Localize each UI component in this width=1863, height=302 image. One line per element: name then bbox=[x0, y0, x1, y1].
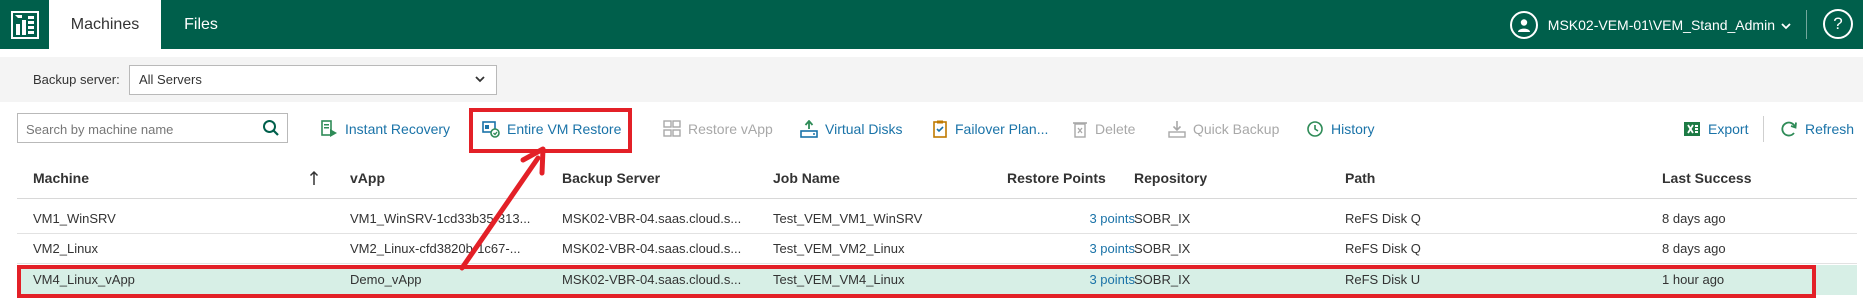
sort-ascending-icon[interactable] bbox=[309, 169, 319, 187]
history-icon bbox=[1307, 121, 1323, 137]
cell-restore-points-link[interactable]: 3 points bbox=[1017, 234, 1135, 264]
cell-machine: VM2_Linux bbox=[33, 241, 99, 256]
virtual-disks-button[interactable]: Virtual Disks bbox=[800, 118, 903, 140]
history-label: History bbox=[1331, 121, 1375, 137]
delete-label: Delete bbox=[1095, 121, 1136, 137]
selected-row-highlight bbox=[17, 265, 1816, 298]
restore-vapp-button[interactable]: Restore vApp bbox=[663, 118, 773, 140]
quick-backup-label: Quick Backup bbox=[1193, 121, 1280, 137]
chevron-down-icon bbox=[474, 66, 486, 104]
cell-vapp: VM2_Linux-cfd3820b-1c67-... bbox=[350, 241, 521, 256]
delete-icon bbox=[1073, 122, 1087, 138]
cell-last-success: 8 days ago bbox=[1662, 241, 1726, 256]
search-icon[interactable] bbox=[262, 119, 280, 140]
column-header-machine[interactable]: Machine bbox=[33, 170, 89, 186]
header-divider-line bbox=[17, 198, 1857, 199]
instant-recovery-button[interactable]: Instant Recovery bbox=[320, 118, 450, 140]
quick-backup-icon bbox=[1168, 121, 1186, 138]
backup-server-label: Backup server: bbox=[33, 72, 120, 87]
export-excel-icon bbox=[1684, 122, 1700, 136]
cell-last-success: 8 days ago bbox=[1662, 211, 1726, 226]
user-menu[interactable]: MSK02-VEM-01\VEM_Stand_Admin bbox=[1509, 0, 1791, 49]
column-header-repository[interactable]: Repository bbox=[1134, 170, 1207, 186]
column-header-restore-points[interactable]: Restore Points bbox=[1007, 170, 1106, 186]
cell-restore-points-link[interactable]: 3 points bbox=[1017, 204, 1135, 234]
cell-machine: VM1_WinSRV bbox=[33, 211, 116, 226]
cell-backup-server: MSK02-VBR-04.saas.cloud.s... bbox=[562, 211, 742, 226]
cell-job-name: Test_VEM_VM1_WinSRV bbox=[773, 211, 923, 226]
veeam-logo-icon[interactable] bbox=[0, 0, 49, 49]
tab-machines[interactable]: Machines bbox=[49, 0, 161, 49]
failover-plan-label: Failover Plan... bbox=[955, 121, 1049, 137]
column-header-job-name[interactable]: Job Name bbox=[773, 170, 840, 186]
header-divider bbox=[1806, 10, 1807, 39]
refresh-icon bbox=[1781, 121, 1797, 137]
column-header-backup-server[interactable]: Backup Server bbox=[562, 170, 660, 186]
cell-repository: SOBR_IX bbox=[1134, 211, 1191, 226]
export-label: Export bbox=[1708, 121, 1749, 137]
cell-repository: SOBR_IX bbox=[1134, 241, 1191, 256]
user-name: MSK02-VEM-01\VEM_Stand_Admin bbox=[1547, 16, 1775, 33]
column-header-last-success[interactable]: Last Success bbox=[1662, 170, 1752, 186]
column-header-vapp[interactable]: vApp bbox=[350, 170, 385, 186]
table-row[interactable]: VM1_WinSRV VM1_WinSRV-1cd33b35-313... MS… bbox=[17, 204, 1857, 234]
refresh-button[interactable]: Refresh bbox=[1780, 118, 1854, 140]
cell-backup-server: MSK02-VBR-04.saas.cloud.s... bbox=[562, 241, 742, 256]
chevron-down-icon bbox=[1781, 17, 1791, 33]
instant-recovery-label: Instant Recovery bbox=[345, 121, 451, 137]
restore-vapp-label: Restore vApp bbox=[688, 121, 773, 137]
instant-recovery-icon bbox=[321, 120, 337, 137]
help-icon[interactable]: ? bbox=[1823, 9, 1853, 39]
toolbar-separator bbox=[1763, 116, 1764, 142]
refresh-label: Refresh bbox=[1805, 121, 1855, 137]
entire-vm-restore-highlight bbox=[469, 108, 632, 153]
failover-plan-icon bbox=[933, 120, 947, 138]
history-button[interactable]: History bbox=[1306, 118, 1375, 140]
column-header-path[interactable]: Path bbox=[1345, 170, 1375, 186]
quick-backup-button[interactable]: Quick Backup bbox=[1168, 118, 1279, 140]
cell-path: ReFS Disk Q bbox=[1345, 241, 1421, 256]
tab-files[interactable]: Files bbox=[161, 0, 241, 49]
search-box bbox=[17, 113, 288, 144]
search-input[interactable] bbox=[18, 114, 258, 144]
backup-server-value: All Servers bbox=[139, 72, 202, 87]
cell-job-name: Test_VEM_VM2_Linux bbox=[773, 241, 905, 256]
export-button[interactable]: Export bbox=[1683, 118, 1748, 140]
cell-path: ReFS Disk Q bbox=[1345, 211, 1421, 226]
failover-plan-button[interactable]: Failover Plan... bbox=[932, 118, 1048, 140]
delete-button[interactable]: Delete bbox=[1072, 118, 1135, 140]
virtual-disks-icon bbox=[800, 120, 818, 138]
cell-vapp: VM1_WinSRV-1cd33b35-313... bbox=[350, 211, 531, 226]
virtual-disks-label: Virtual Disks bbox=[825, 121, 903, 137]
restore-vapp-icon bbox=[663, 120, 681, 137]
table-row[interactable]: VM2_Linux VM2_Linux-cfd3820b-1c67-... MS… bbox=[17, 234, 1857, 264]
backup-server-select[interactable]: All Servers bbox=[129, 65, 497, 95]
user-avatar-icon bbox=[1509, 10, 1538, 39]
top-navigation-bar: Machines Files MSK02-VEM-01\VEM_Stand_Ad… bbox=[0, 0, 1863, 49]
